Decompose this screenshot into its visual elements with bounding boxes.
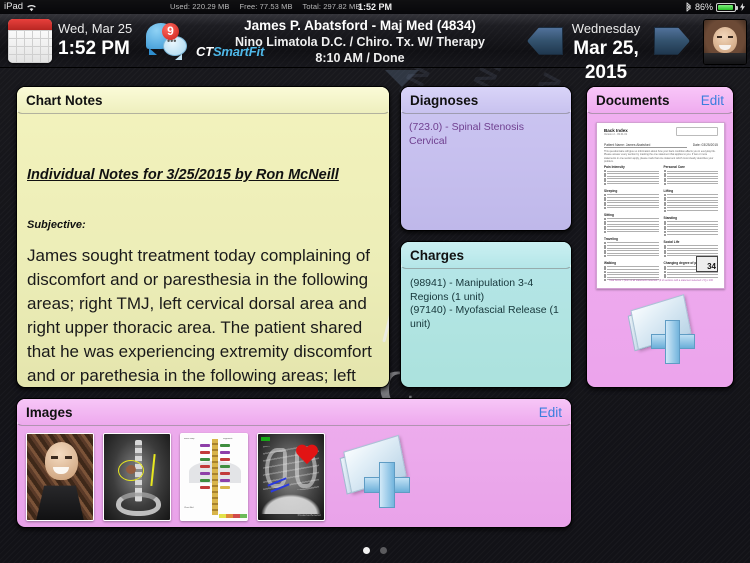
battery-percent: 86% [694, 2, 713, 12]
ios-status-bar: iPad Used: 220.29 MB Free: 77.53 MB Tota… [0, 0, 750, 14]
panel-title: Chart Notes [26, 92, 103, 108]
header-time: 1:52 PM [58, 38, 130, 59]
document-section-heading: Lifting [663, 188, 674, 193]
document-patient-name: Patient Name: James Abatsford [604, 143, 687, 148]
document-section-heading: Sitting [604, 212, 614, 217]
patient-name-and-id: James P. Abatsford - Maj Med (4834) [244, 18, 476, 33]
selected-date-block: Wednesday Mar 25, 2015 [556, 20, 656, 85]
note-section-label: Subjective: [27, 219, 86, 231]
document-patient-row: Patient Name: James Abatsford Date: 03/2… [604, 143, 718, 148]
watermark-triangle-icon [385, 70, 419, 87]
document-score-value: 34 [707, 262, 716, 271]
documents-header: Documents Edit [587, 87, 733, 114]
charges-panel: Charges (98941) - Manipulation 3-4 Regio… [400, 241, 572, 388]
documents-panel: Documents Edit Back Index Version 2 - 03… [586, 86, 734, 388]
pagination-dots[interactable] [0, 547, 750, 554]
charging-bolt-icon [740, 3, 745, 11]
header-current-datetime: Wed, Mar 25 1:52 PM [58, 20, 132, 60]
note-heading: Individual Notes for 3/25/2015 by Ron Mc… [27, 167, 339, 183]
provider-and-treatment: Nino Limatola D.C. / Chiro. Tx. W/ Thera… [234, 35, 486, 49]
document-intro-text: This questionnaire will give us informat… [604, 150, 716, 163]
images-panel: Images Edit nerve map segments Chart Ref… [16, 398, 572, 528]
images-edit-button[interactable]: Edit [539, 405, 562, 420]
document-section-heading: Social Life [663, 239, 680, 244]
document-section-heading: Sleeping [604, 188, 618, 193]
panel-title: Charges [410, 247, 465, 263]
app-root: iPad Used: 220.29 MB Free: 77.53 MB Tota… [0, 0, 750, 563]
document-section-heading: Pain Intensity [604, 165, 625, 169]
list-item[interactable]: (723.0) - Spinal Stenosis Cervical [409, 120, 563, 148]
document-thumbnail[interactable]: Back Index Version 2 - 03.01.01 Patient … [596, 122, 725, 289]
messages-badge: 9 [162, 23, 179, 40]
app-header: Wed, Mar 25 1:52 PM 9 CTSmartFit James P… [0, 14, 750, 83]
page-dot-1[interactable] [363, 547, 370, 554]
scrollbar[interactable] [382, 279, 389, 343]
document-section-heading: Walking [604, 260, 617, 265]
diagnoses-panel: Diagnoses (723.0) - Spinal Stenosis Cerv… [400, 86, 572, 231]
images-thumbnail-strip: nerve map segments Chart Ref. Posterior/… [17, 426, 571, 527]
document-subtitle: Version 2 - 03.01.01 [604, 133, 628, 136]
images-header: Images Edit [17, 399, 571, 426]
charges-list[interactable]: (98941) - Manipulation 3-4 Regions (1 un… [401, 269, 571, 331]
status-bar-right: 86% [686, 0, 746, 14]
document-section-heading: Standing [663, 215, 678, 220]
panel-title: Diagnoses [410, 92, 479, 108]
panel-title: Images [26, 404, 73, 420]
documents-body: Back Index Version 2 - 03.01.01 Patient … [587, 114, 733, 387]
list-item[interactable]: (97140) - Myofascial Release (1 unit) [410, 304, 562, 331]
add-document-icon[interactable] [627, 294, 701, 366]
list-item[interactable]: (98941) - Manipulation 3-4 Regions (1 un… [410, 277, 562, 304]
diagnoses-list[interactable]: (723.0) - Spinal Stenosis Cervical [401, 114, 571, 148]
chest-xray-annotated[interactable]: Posterior/Anterior [257, 433, 325, 521]
note-body-text: James sought treatment today complaining… [27, 246, 372, 385]
page-dot-2[interactable] [380, 547, 387, 554]
panel-title: Documents [596, 92, 670, 108]
document-id-box [676, 127, 718, 136]
appointment-time-status: 8:10 AM / Done [315, 51, 405, 65]
diagnoses-header: Diagnoses [401, 87, 571, 114]
next-day-button[interactable] [654, 27, 690, 55]
chart-notes-panel: Chart Notes Individual Notes for 3/25/20… [16, 86, 390, 388]
document-section-heading: Traveling [604, 236, 618, 241]
battery-icon [716, 2, 738, 12]
avatar[interactable] [704, 20, 746, 64]
bluetooth-icon [686, 2, 692, 12]
chat-bubbles-icon[interactable]: 9 [146, 23, 192, 60]
chart-notes-body[interactable]: Individual Notes for 3/25/2015 by Ron Mc… [17, 167, 389, 387]
charges-header: Charges [401, 242, 571, 269]
calendar-icon[interactable] [8, 19, 52, 63]
header-date: Wed, Mar 25 [58, 21, 133, 36]
add-image-icon[interactable] [339, 434, 420, 513]
documents-edit-button[interactable]: Edit [701, 93, 724, 108]
appointment-title-block: James P. Abatsford - Maj Med (4834) Nino… [200, 17, 520, 66]
lumbar-spine-xray[interactable] [103, 433, 171, 521]
chart-notes-header: Chart Notes [17, 87, 389, 114]
selected-day-name: Wednesday [571, 21, 641, 36]
spine-nerve-chart[interactable]: nerve map segments Chart Ref. [180, 433, 248, 521]
document-footer-text: Total Score = (Sum of all statements sel… [609, 279, 713, 282]
document-date: Date: 03/25/2015 [692, 143, 718, 147]
patient-portrait-photo[interactable] [26, 433, 94, 521]
document-section-heading: Personal Care [663, 165, 685, 169]
status-bar-clock: 1:52 PM [357, 2, 392, 12]
selected-day-date: Mar 25, 2015 [573, 38, 639, 83]
